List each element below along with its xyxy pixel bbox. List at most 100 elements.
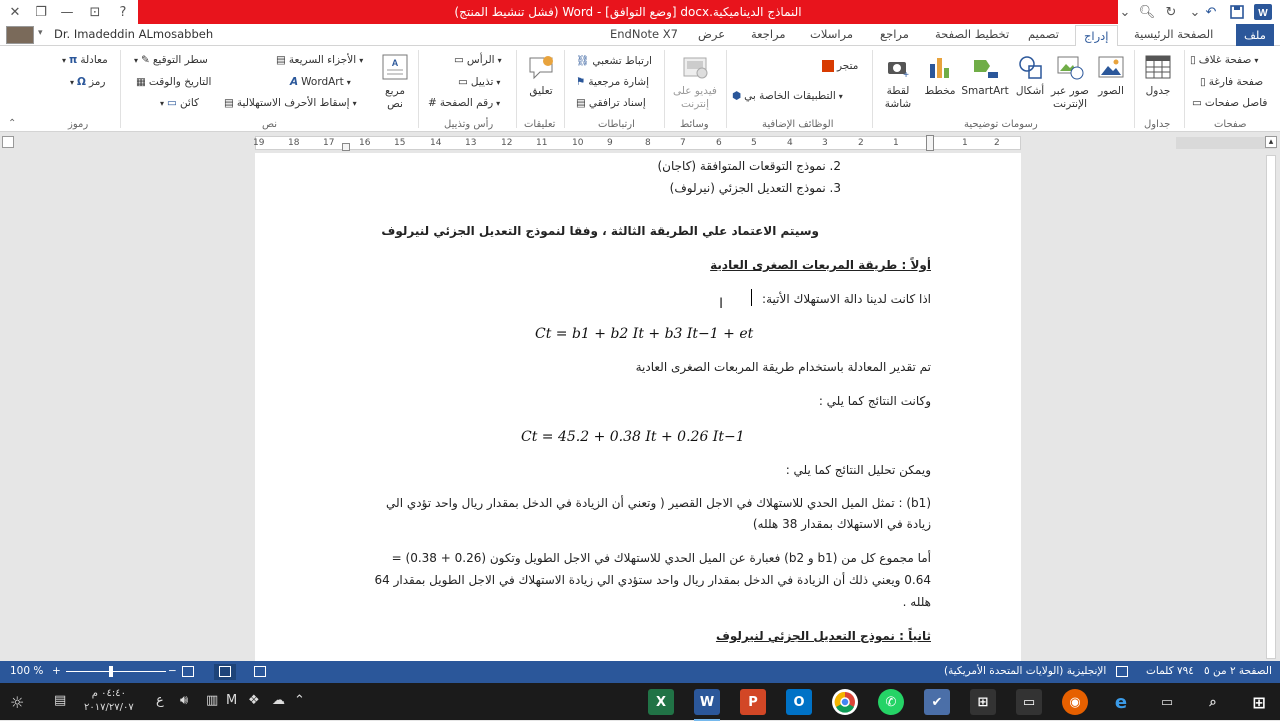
- group-label-symbols: رموز: [68, 119, 89, 130]
- page-indicator[interactable]: الصفحة ٢ من ٥: [1204, 665, 1272, 677]
- collapse-ribbon-icon[interactable]: ⌃: [8, 118, 16, 129]
- header-button[interactable]: ▾ الرأس ▭: [454, 54, 502, 66]
- user-menu-chevron-icon[interactable]: ▾: [38, 28, 43, 38]
- online-pictures-icon: [1055, 52, 1085, 82]
- zoom-slider-thumb[interactable]: [109, 666, 113, 677]
- signature-line-button[interactable]: سطر التوقيع ✎ ▾: [134, 54, 208, 66]
- footer-button[interactable]: ▾ تذييل ▭: [458, 76, 500, 88]
- tab-design[interactable]: تصميم: [1028, 27, 1059, 46]
- qat-more-icon[interactable]: ⌄: [1114, 2, 1136, 22]
- cross-reference-button[interactable]: إسناد ترافقي ▤: [576, 97, 646, 109]
- online-video-button[interactable]: فيديو على إنترنت: [668, 52, 722, 111]
- task-view-icon[interactable]: ▭: [1154, 689, 1180, 715]
- avatar[interactable]: [6, 26, 34, 44]
- find-icon[interactable]: 🔍︎: [1136, 2, 1158, 22]
- restore-icon[interactable]: ❐: [30, 2, 52, 22]
- brightness-icon[interactable]: ☼: [10, 693, 24, 712]
- dropbox-icon[interactable]: ❖: [248, 693, 260, 708]
- web-layout-icon[interactable]: [182, 666, 194, 677]
- search-icon[interactable]: ⌕: [1200, 689, 1226, 715]
- date-time-button[interactable]: التاريخ والوقت ▦: [136, 76, 211, 88]
- my-addins-button[interactable]: ▾ التطبيقات الخاصة بي ⬢: [732, 90, 843, 102]
- tab-references[interactable]: مراجع: [880, 27, 909, 46]
- tab-review[interactable]: مراجعة: [751, 27, 786, 46]
- ruler-track[interactable]: 2 1 1 2 3 4 5 6 7 8 9 10 11 12 13 14 15 …: [253, 135, 1276, 151]
- indent-marker-icon[interactable]: [926, 135, 934, 151]
- ruler-tick: 3: [822, 138, 828, 148]
- read-mode-icon[interactable]: [254, 666, 266, 677]
- input-language[interactable]: ع: [156, 693, 164, 708]
- drop-cap-button[interactable]: ▾ إسقاط الأحرف الاستهلالية ▤: [224, 97, 357, 109]
- start-icon[interactable]: ⊞: [1246, 689, 1272, 715]
- redo-icon[interactable]: ↻: [1160, 2, 1182, 22]
- print-layout-icon[interactable]: [214, 664, 236, 680]
- language-indicator[interactable]: الإنجليزية (الولايات المتحدة الأمريكية): [944, 665, 1106, 677]
- blank-page-button[interactable]: صفحة فارغة ▯: [1200, 76, 1263, 88]
- save-icon[interactable]: [1226, 2, 1248, 22]
- show-hidden-icons-icon[interactable]: ⌃: [294, 693, 305, 708]
- zoom-out-icon[interactable]: −: [168, 665, 177, 677]
- online-pictures-button[interactable]: صور عبر الإنترنت: [1048, 52, 1092, 111]
- symbol-button[interactable]: رمز Ω ▾: [70, 76, 105, 88]
- tab-endnote[interactable]: EndNote X7: [610, 27, 678, 46]
- store-app-icon[interactable]: ⊞: [970, 689, 996, 715]
- equation-button[interactable]: معادلة π ▾: [62, 54, 108, 66]
- edge-icon[interactable]: e: [1108, 689, 1134, 715]
- group-divider: [1184, 50, 1185, 128]
- page-number-button[interactable]: ▾ رقم الصفحة #: [428, 97, 500, 109]
- tab-mailings[interactable]: مراسلات: [810, 27, 853, 46]
- excel-icon[interactable]: X: [648, 689, 674, 715]
- table-button[interactable]: جدول: [1138, 52, 1178, 98]
- zoom-slider[interactable]: [66, 671, 166, 672]
- help-button[interactable]: ?: [112, 2, 134, 22]
- object-button[interactable]: كائن ▭ ▾: [160, 97, 199, 109]
- chrome-icon[interactable]: [832, 689, 858, 715]
- media-icon[interactable]: M: [226, 693, 237, 708]
- bookmark-button[interactable]: إشارة مرجعية ⚑: [576, 76, 649, 88]
- screenshot-button[interactable]: + لقطة شاشة: [876, 52, 920, 111]
- word-icon[interactable]: W: [694, 689, 720, 721]
- proofing-icon[interactable]: [1116, 666, 1128, 677]
- undo-icon[interactable]: ↶: [1200, 2, 1222, 22]
- ribbon-display-options-icon[interactable]: ⊡: [84, 2, 106, 22]
- horizontal-ruler[interactable]: 2 1 1 2 3 4 5 6 7 8 9 10 11 12 13 14 15 …: [0, 133, 1280, 153]
- firefox-icon[interactable]: ◉: [1062, 689, 1088, 715]
- shapes-button[interactable]: أشكال: [1012, 52, 1048, 98]
- outlook-icon[interactable]: O: [786, 689, 812, 715]
- onedrive-icon[interactable]: ☁: [272, 693, 285, 708]
- tab-insert[interactable]: إدراج: [1075, 25, 1118, 47]
- powerpoint-icon[interactable]: P: [740, 689, 766, 715]
- file-explorer-icon[interactable]: ▭: [1016, 689, 1042, 715]
- pictures-button[interactable]: الصور: [1094, 52, 1128, 98]
- word-count[interactable]: ٧٩٤ كلمات: [1146, 665, 1194, 677]
- whatsapp-icon[interactable]: ✆: [878, 689, 904, 715]
- smartart-button[interactable]: SmartArt: [958, 52, 1012, 98]
- comment-button[interactable]: تعليق: [524, 52, 558, 98]
- hyperlink-button[interactable]: ارتباط تشعبي ⛓: [576, 54, 652, 68]
- tab-home[interactable]: الصفحة الرئيسية: [1134, 27, 1213, 46]
- page-break-button[interactable]: فاصل صفحات ▭: [1192, 97, 1267, 109]
- left-indent-marker-icon[interactable]: [342, 143, 350, 151]
- tab-layout[interactable]: تخطيط الصفحة: [935, 27, 1009, 46]
- tab-view[interactable]: عرض: [698, 27, 725, 46]
- cover-page-button[interactable]: ▾ صفحة غلاف ▯: [1190, 54, 1258, 66]
- zoom-in-icon[interactable]: +: [52, 665, 61, 677]
- zoom-level[interactable]: 100 %: [10, 665, 43, 677]
- text-box-button[interactable]: A مربع نص: [378, 52, 412, 111]
- chart-button[interactable]: مخطط: [922, 52, 958, 98]
- quick-parts-button[interactable]: ▾ الأجزاء السريعة ▤: [276, 54, 363, 66]
- tab-file[interactable]: ملف: [1236, 24, 1274, 46]
- close-icon[interactable]: ✕: [4, 2, 26, 22]
- network-icon[interactable]: ▥: [206, 693, 218, 708]
- notifications-icon[interactable]: ▤: [54, 693, 66, 708]
- minimize-icon[interactable]: —: [56, 2, 78, 22]
- store-button[interactable]: متجر: [822, 60, 858, 72]
- user-name[interactable]: Dr. Imadeddin ALmosabbeh: [54, 27, 213, 41]
- volume-icon[interactable]: 🔊︎: [180, 693, 188, 708]
- wordart-button[interactable]: ▾ WordArt A: [290, 76, 351, 88]
- clock[interactable]: ٠٤:٤٠ م ٢٠١٧/٢٧/٠٧: [84, 687, 134, 715]
- task-app-icon[interactable]: ✔: [924, 689, 950, 715]
- ruler-toggle-icon[interactable]: ▴: [1265, 136, 1277, 148]
- tab-selector-icon[interactable]: [2, 136, 14, 148]
- document-page[interactable]: 2. نموذج التوقعات المتوافقة (كاجان) 3. ن…: [255, 153, 1021, 661]
